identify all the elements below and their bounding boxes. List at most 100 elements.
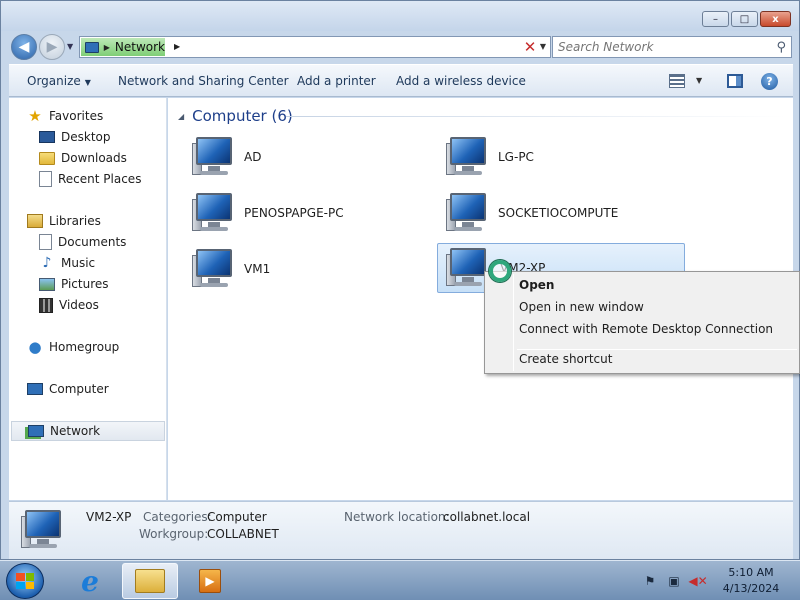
collapse-triangle-icon[interactable]: ◢ xyxy=(178,112,184,121)
action-center-flag-icon[interactable]: ⚑ xyxy=(643,574,657,588)
sidebar-item-favorites[interactable]: ★ Favorites xyxy=(27,106,103,126)
computer-name: SOCKETIOCOMPUTE xyxy=(498,206,619,220)
change-view-icon[interactable] xyxy=(669,74,685,88)
computer-icon xyxy=(190,191,238,235)
network-location-label: Network location: xyxy=(344,510,450,524)
group-header[interactable]: ◢ Computer (6) xyxy=(178,107,293,125)
help-icon[interactable]: ? xyxy=(761,73,778,90)
minimize-button[interactable]: – xyxy=(702,11,729,27)
volume-muted-icon[interactable]: ◀✕ xyxy=(688,574,707,588)
maximize-button[interactable]: □ xyxy=(731,11,758,27)
menu-item-remote-desktop[interactable]: Connect with Remote Desktop Connection xyxy=(519,322,773,336)
breadcrumb-network[interactable]: Network xyxy=(115,40,165,54)
computer-icon xyxy=(190,247,238,291)
workgroup-value: COLLABNET xyxy=(207,527,279,541)
sidebar-item-libraries[interactable]: Libraries xyxy=(27,211,101,231)
navigation-pane: ★ Favorites Desktop Downloads Recent Pla… xyxy=(9,98,167,500)
computer-item[interactable]: LG-PC xyxy=(426,132,674,182)
sidebar-item-homegroup[interactable]: ● Homegroup xyxy=(27,337,119,357)
menu-gutter xyxy=(513,274,514,371)
back-button[interactable]: ◀ xyxy=(11,34,37,60)
computer-name: VM1 xyxy=(244,262,271,276)
sidebar-item-label: Music xyxy=(61,256,96,270)
add-wireless-device-button[interactable]: Add a wireless device xyxy=(396,74,526,88)
menu-item-open[interactable]: Open xyxy=(519,278,554,292)
media-player-icon: ▶ xyxy=(199,569,221,593)
details-name: VM2-XP xyxy=(86,510,132,524)
sidebar-item-recent-places[interactable]: Recent Places xyxy=(39,169,141,189)
categories-label: Categories: xyxy=(143,510,212,524)
menu-separator xyxy=(517,349,797,350)
breadcrumb[interactable]: ▶ Network xyxy=(81,38,165,56)
chevron-right-icon[interactable]: ▶ xyxy=(174,42,180,51)
taskbar-internet-explorer[interactable]: e xyxy=(62,563,118,599)
sidebar-item-label: Recent Places xyxy=(58,172,142,186)
videos-icon xyxy=(39,297,53,313)
chevron-right-icon[interactable]: ▶ xyxy=(104,43,110,52)
computer-icon xyxy=(27,383,43,395)
sidebar-item-pictures[interactable]: Pictures xyxy=(39,274,109,294)
close-button[interactable]: x xyxy=(760,11,791,27)
taskbar-media-player[interactable]: ▶ xyxy=(182,563,238,599)
window-controls: – □ x xyxy=(702,11,791,27)
windows-logo-icon xyxy=(16,573,34,589)
recent-pages-dropdown-icon[interactable]: ▼ xyxy=(67,42,73,51)
search-icon[interactable]: ⚲ xyxy=(776,40,786,55)
network-sharing-center-button[interactable]: Network and Sharing Center xyxy=(118,74,289,88)
start-button[interactable] xyxy=(6,563,44,599)
sidebar-item-label: Documents xyxy=(58,235,127,249)
busy-cursor-icon xyxy=(489,260,511,282)
computer-name: PENOSPAPGE-PC xyxy=(244,206,344,220)
computer-item[interactable]: VM1 xyxy=(172,244,420,294)
network-tray-icon[interactable]: ▣ xyxy=(667,574,681,588)
command-bar: Organize ▼ Network and Sharing Center Add… xyxy=(9,64,793,97)
sidebar-item-desktop[interactable]: Desktop xyxy=(39,127,111,147)
libraries-icon xyxy=(27,214,43,228)
sidebar-item-downloads[interactable]: Downloads xyxy=(39,148,127,168)
organize-button[interactable]: Organize ▼ xyxy=(27,74,91,88)
folder-icon xyxy=(135,569,165,593)
search-box[interactable]: ⚲ xyxy=(552,36,792,58)
sidebar-item-label: Desktop xyxy=(61,130,111,144)
sidebar-item-network[interactable]: Network xyxy=(11,421,165,441)
organize-label: Organize xyxy=(27,74,81,88)
sidebar-item-documents[interactable]: Documents xyxy=(39,232,126,252)
computer-item[interactable]: AD xyxy=(172,132,420,182)
taskbar: e ▶ ⚑ ▣ ◀✕ 5:10 AM 4/13/2024 xyxy=(0,560,800,600)
network-icon xyxy=(28,425,44,437)
sidebar-item-label: Pictures xyxy=(61,277,109,291)
computer-icon xyxy=(444,191,492,235)
stop-icon[interactable]: ✕ xyxy=(519,36,541,58)
music-icon: ♪ xyxy=(42,255,52,271)
sidebar-item-music[interactable]: ♪ Music xyxy=(39,253,96,273)
preview-pane-icon[interactable] xyxy=(727,74,743,88)
forward-button[interactable]: ▶ xyxy=(39,34,65,60)
computer-name: AD xyxy=(244,150,262,164)
homegroup-icon: ● xyxy=(28,338,42,356)
workgroup-label: Workgroup: xyxy=(139,527,209,541)
clock[interactable]: 5:10 AM 4/13/2024 xyxy=(716,565,786,597)
add-printer-button[interactable]: Add a printer xyxy=(297,74,376,88)
clock-time: 5:10 AM xyxy=(728,566,774,579)
address-bar[interactable]: ▶ Network ▶ ▼ xyxy=(79,36,551,58)
network-icon xyxy=(85,41,99,53)
taskbar-windows-explorer[interactable] xyxy=(122,563,178,599)
computer-icon xyxy=(444,135,492,179)
clock-date: 4/13/2024 xyxy=(722,582,780,595)
menu-item-create-shortcut[interactable]: Create shortcut xyxy=(519,352,612,366)
sidebar-item-computer[interactable]: Computer xyxy=(27,379,109,399)
search-input[interactable] xyxy=(553,37,763,57)
menu-item-open-new-window[interactable]: Open in new window xyxy=(519,300,644,314)
sidebar-item-videos[interactable]: Videos xyxy=(39,295,99,315)
sidebar-item-label: Network xyxy=(50,424,101,438)
computer-item[interactable]: PENOSPAPGE-PC xyxy=(172,188,420,238)
downloads-folder-icon xyxy=(39,151,55,165)
details-pane: VM2-XP Categories: Computer Workgroup: C… xyxy=(9,501,793,559)
chevron-down-icon[interactable]: ▼ xyxy=(696,76,702,85)
internet-explorer-icon: e xyxy=(81,564,99,598)
sidebar-item-label: Videos xyxy=(59,298,99,312)
recent-places-icon xyxy=(39,171,52,187)
computer-item[interactable]: SOCKETIOCOMPUTE xyxy=(426,188,674,238)
address-row: ◀ ▶ ▼ ▶ Network ▶ ▼ ✕ ⚲ xyxy=(9,33,793,61)
network-location-value: collabnet.local xyxy=(443,510,531,524)
